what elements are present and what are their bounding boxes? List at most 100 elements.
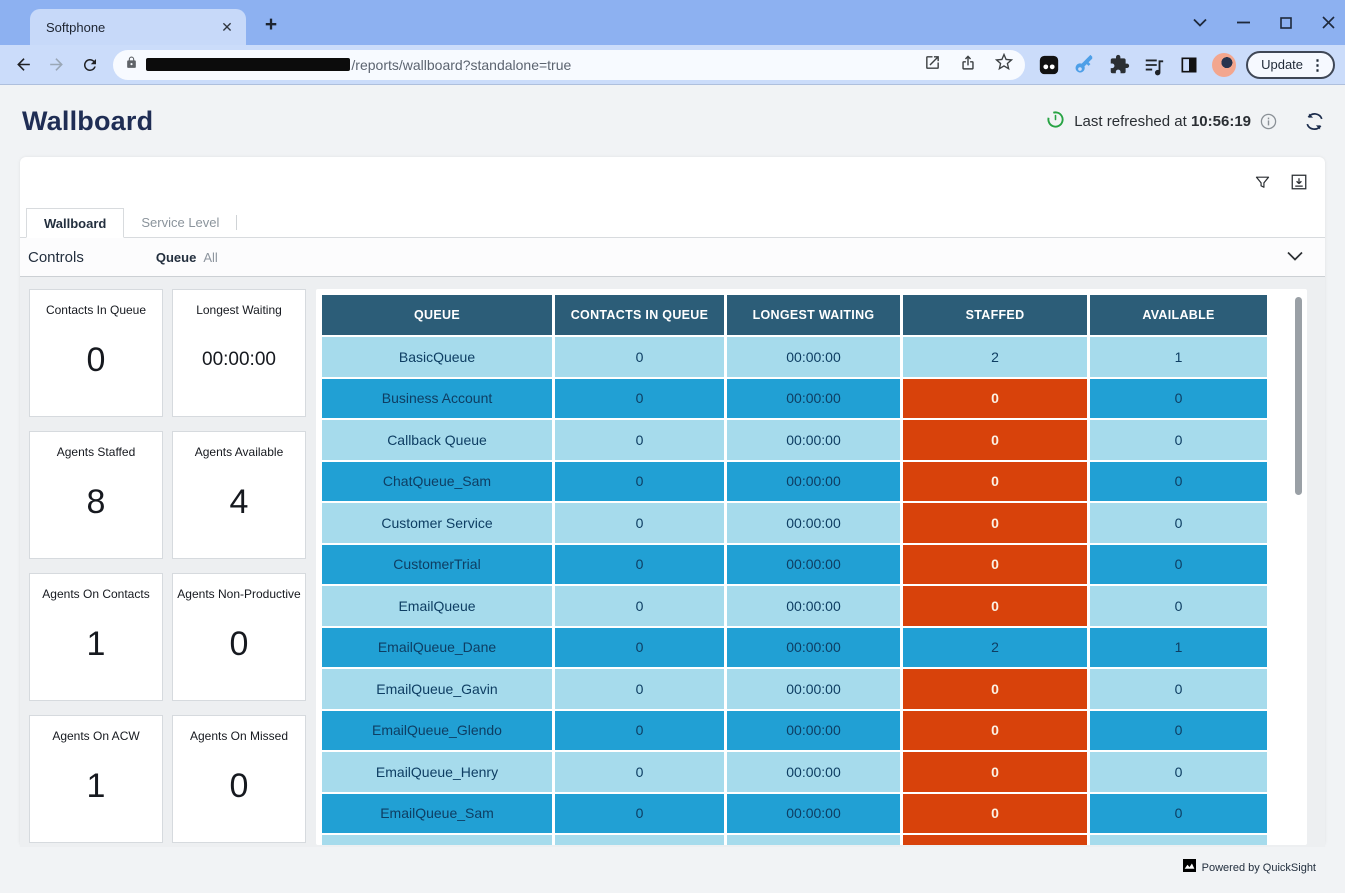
cell-longest-waiting: 00:00:00	[727, 711, 900, 751]
back-button[interactable]	[10, 51, 37, 79]
cell-queue: CustomerTrial	[322, 545, 552, 585]
lock-icon[interactable]	[125, 55, 138, 75]
queue-filter-value: All	[203, 250, 217, 265]
page-footer: Powered by QuickSight	[0, 847, 1345, 893]
cell-available: 0	[1090, 462, 1267, 502]
forward-button[interactable]	[43, 51, 70, 79]
profile-avatar[interactable]	[1212, 53, 1236, 77]
cell-longest-waiting: 00:00:00	[727, 835, 900, 845]
cell-queue: Customer Service	[322, 503, 552, 543]
kpi-card: Agents On Missed 0	[172, 715, 306, 843]
update-button[interactable]: Update ⋮	[1246, 51, 1335, 79]
info-icon[interactable]	[1260, 113, 1277, 130]
powered-by-quicksight-link[interactable]: Powered by QuickSight	[1183, 859, 1316, 877]
column-header-available: AVAILABLE	[1090, 295, 1267, 335]
table-row: CustomerTrial 0 00:00:00 0 0	[322, 545, 1270, 585]
controls-collapse-chevron-icon[interactable]	[1287, 248, 1303, 266]
cell-contacts-in-queue: 0	[555, 835, 724, 845]
quicksight-logo-icon	[1183, 859, 1196, 877]
kpi-label: Contacts In Queue	[42, 303, 150, 318]
new-tab-button[interactable]: +	[258, 12, 284, 38]
cell-longest-waiting: 00:00:00	[727, 752, 900, 792]
browser-menu-kebab-icon[interactable]: ⋮	[1310, 56, 1325, 74]
extension-dark-square-icon[interactable]	[1037, 53, 1061, 77]
cell-available: 0	[1090, 835, 1267, 845]
cell-contacts-in-queue: 0	[555, 669, 724, 709]
window-close-button[interactable]	[1322, 16, 1335, 29]
bookmark-star-icon[interactable]	[995, 53, 1013, 76]
window-maximize-button[interactable]	[1280, 17, 1292, 29]
cell-contacts-in-queue: 0	[555, 503, 724, 543]
cell-staffed: 2	[903, 337, 1087, 377]
extensions-puzzle-icon[interactable]	[1107, 53, 1131, 77]
cell-longest-waiting: 00:00:00	[727, 379, 900, 419]
export-download-icon[interactable]	[1289, 172, 1309, 192]
cell-longest-waiting: 00:00:00	[727, 420, 900, 460]
password-key-icon[interactable]	[1072, 53, 1096, 77]
cell-contacts-in-queue: 0	[555, 337, 724, 377]
table-body: BasicQueue 0 00:00:00 2 1 Business Accou…	[322, 337, 1270, 845]
kpi-card: Contacts In Queue 0	[29, 289, 163, 417]
reload-button[interactable]	[76, 51, 103, 79]
queue-filter-control[interactable]: Queue All	[156, 250, 218, 265]
filter-icon[interactable]	[1252, 172, 1272, 192]
column-header-queue: QUEUE	[322, 295, 552, 335]
cell-longest-waiting: 00:00:00	[727, 669, 900, 709]
kpi-card: Longest Waiting 00:00:00	[172, 289, 306, 417]
cell-available: 0	[1090, 586, 1267, 626]
cell-available: 1	[1090, 337, 1267, 377]
cell-queue: EmailQueue_Gavin	[322, 669, 552, 709]
cell-available: 0	[1090, 420, 1267, 460]
cell-contacts-in-queue: 0	[555, 586, 724, 626]
kpi-label: Agents Staffed	[53, 445, 140, 460]
kpi-value: 8	[87, 460, 106, 558]
table-row: ChatQueue_Sam 0 00:00:00 0 0	[322, 462, 1270, 502]
cell-contacts-in-queue: 0	[555, 545, 724, 585]
table-header-row: QUEUE CONTACTS IN QUEUE LONGEST WAITING …	[322, 295, 1270, 335]
browser-toolbar: /reports/wallboard?standalone=true	[0, 45, 1345, 85]
url-bar[interactable]: /reports/wallboard?standalone=true	[113, 50, 1025, 80]
kpi-card: Agents On ACW 1	[29, 715, 163, 843]
cell-available: 0	[1090, 752, 1267, 792]
cell-queue: EmailQueue	[322, 586, 552, 626]
browser-tab[interactable]: Softphone ✕	[30, 9, 246, 45]
column-header-longest-waiting: LONGEST WAITING	[727, 295, 900, 335]
update-button-label: Update	[1261, 57, 1303, 72]
column-header-contacts-in-queue: CONTACTS IN QUEUE	[555, 295, 724, 335]
table-row: EmailQueue_Gavin 0 00:00:00 0 0	[322, 669, 1270, 709]
share-icon[interactable]	[959, 54, 977, 76]
tab-search-chevron-icon[interactable]	[1193, 18, 1207, 27]
open-in-new-icon[interactable]	[924, 54, 941, 76]
split-screen-icon[interactable]	[1177, 53, 1201, 77]
cell-available: 0	[1090, 711, 1267, 751]
cell-longest-waiting: 00:00:00	[727, 545, 900, 585]
sheet-tabs: Wallboard Service Level	[20, 208, 1325, 238]
table-row: EmailQueue 0 00:00:00 0 0	[322, 586, 1270, 626]
kpi-card: Agents Staffed 8	[29, 431, 163, 559]
auto-refresh-timer-icon	[1046, 110, 1065, 134]
cell-contacts-in-queue: 0	[555, 628, 724, 668]
tab-service-level[interactable]: Service Level	[124, 207, 236, 237]
cell-staffed: 0	[903, 545, 1087, 585]
media-playlist-icon[interactable]	[1142, 53, 1166, 77]
refresh-button[interactable]	[1304, 111, 1325, 132]
browser-tab-title: Softphone	[46, 20, 218, 35]
kpi-label: Agents Non-Productive	[173, 587, 304, 602]
cell-contacts-in-queue: 0	[555, 752, 724, 792]
tab-divider	[236, 215, 237, 230]
cell-staffed: 0	[903, 420, 1087, 460]
queue-table-panel: QUEUE CONTACTS IN QUEUE LONGEST WAITING …	[316, 289, 1307, 845]
tab-wallboard[interactable]: Wallboard	[26, 208, 124, 238]
table-scrollbar-thumb[interactable]	[1295, 297, 1302, 495]
table-row: Business Account 0 00:00:00 0 0	[322, 379, 1270, 419]
cell-staffed: 0	[903, 835, 1087, 845]
cell-staffed: 0	[903, 711, 1087, 751]
window-minimize-button[interactable]	[1237, 21, 1250, 24]
browser-window: Softphone ✕ +	[0, 0, 1345, 893]
cell-staffed: 0	[903, 503, 1087, 543]
powered-by-text: Powered by QuickSight	[1202, 862, 1316, 874]
cell-queue: EmailQueue_Sam	[322, 794, 552, 834]
tab-close-icon[interactable]: ✕	[218, 18, 236, 36]
kpi-label: Agents Available	[191, 445, 288, 460]
kpi-card: Agents Non-Productive 0	[172, 573, 306, 701]
